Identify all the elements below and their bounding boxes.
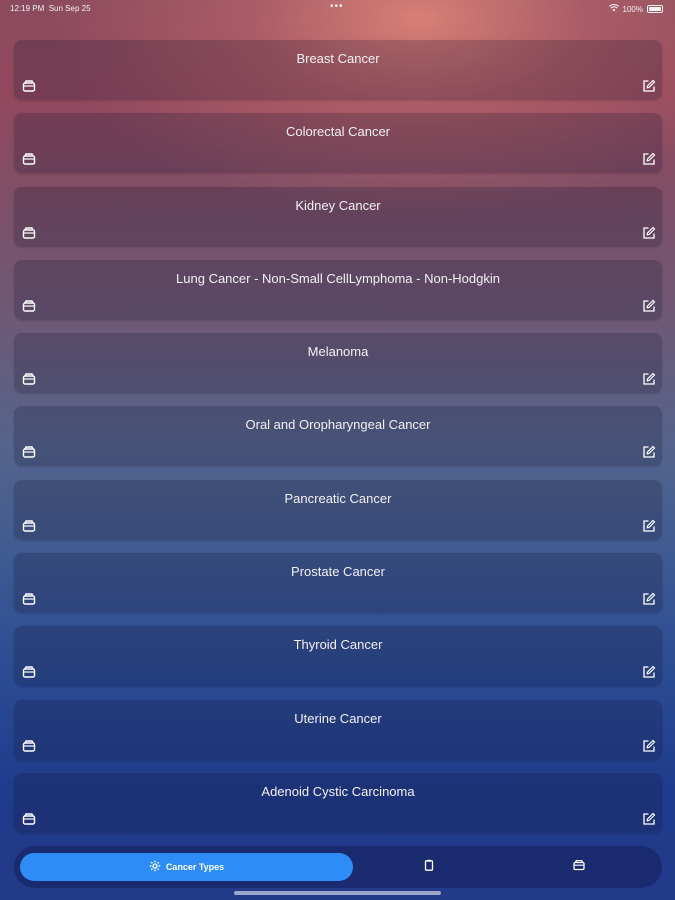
status-bar: 12:19 PM Sun Sep 25 ••• 100%: [0, 0, 675, 18]
archive-box-icon[interactable]: [21, 225, 37, 241]
gear-icon: [149, 860, 161, 874]
edit-icon[interactable]: [641, 444, 657, 460]
edit-icon[interactable]: [641, 151, 657, 167]
tab-clipboard[interactable]: [414, 853, 444, 881]
edit-icon[interactable]: [641, 591, 657, 607]
edit-icon[interactable]: [641, 518, 657, 534]
wifi-icon: [608, 4, 619, 14]
status-time-text: 12:19 PM: [10, 4, 45, 13]
archive-box-icon[interactable]: [21, 811, 37, 827]
battery-icon: [647, 5, 663, 13]
battery-percent: 100%: [622, 4, 643, 14]
archive-box-icon[interactable]: [21, 78, 37, 94]
home-indicator[interactable]: [234, 891, 441, 895]
list-item[interactable]: Uterine Cancer: [14, 699, 662, 760]
edit-icon[interactable]: [641, 738, 657, 754]
card-title: Pancreatic Cancer: [284, 490, 392, 506]
list-item[interactable]: Colorectal Cancer: [14, 113, 662, 174]
edit-icon[interactable]: [641, 225, 657, 241]
list-item[interactable]: Breast Cancer: [14, 40, 662, 100]
card-title: Uterine Cancer: [294, 710, 382, 726]
tab-cancer-types-label: Cancer Types: [165, 862, 225, 872]
archive-box-icon[interactable]: [21, 298, 37, 314]
edit-icon[interactable]: [641, 664, 657, 680]
edit-icon[interactable]: [641, 811, 657, 827]
list-item[interactable]: Lung Cancer - Non-Small CellLymphoma - N…: [14, 259, 662, 320]
cancer-type-list: Breast Cancer Colorectal Cancer Kidney C…: [14, 40, 662, 846]
edit-icon[interactable]: [641, 78, 657, 94]
card-title: Melanoma: [307, 344, 369, 360]
card-title: Kidney Cancer: [295, 197, 381, 213]
clipboard-icon: [423, 858, 435, 876]
card-title: Prostate Cancer: [291, 564, 385, 580]
card-title: Colorectal Cancer: [285, 124, 391, 140]
tab-archive[interactable]: [564, 853, 594, 881]
list-item[interactable]: Thyroid Cancer: [14, 626, 662, 687]
status-right: 100%: [608, 4, 663, 14]
archive-box-icon: [573, 858, 585, 876]
list-item[interactable]: Oral and Oropharyngeal Cancer: [14, 406, 662, 467]
archive-box-icon[interactable]: [21, 738, 37, 754]
status-date-text: Sun Sep 25: [48, 4, 91, 13]
tab-cancer-types[interactable]: Cancer Types: [20, 853, 353, 881]
archive-box-icon[interactable]: [21, 151, 37, 167]
card-title: Breast Cancer: [296, 51, 380, 66]
archive-box-icon[interactable]: [21, 444, 37, 460]
card-title: Adenoid Cystic Carcinoma: [261, 783, 415, 799]
status-time: 12:19 PM Sun Sep 25: [10, 4, 91, 13]
edit-icon[interactable]: [641, 298, 657, 314]
card-title: Oral and Oropharyngeal Cancer: [245, 417, 431, 433]
list-item[interactable]: Adenoid Cystic Carcinoma: [14, 772, 662, 833]
card-title: Lung Cancer - Non-Small CellLymphoma - N…: [176, 270, 500, 286]
list-item[interactable]: Pancreatic Cancer: [14, 479, 662, 540]
card-title: Thyroid Cancer: [293, 637, 383, 653]
list-item[interactable]: Melanoma: [14, 333, 662, 394]
edit-icon[interactable]: [641, 371, 657, 387]
archive-box-icon[interactable]: [21, 664, 37, 680]
archive-box-icon[interactable]: [21, 371, 37, 387]
archive-box-icon[interactable]: [21, 518, 37, 534]
archive-box-icon[interactable]: [21, 591, 37, 607]
multitasking-dots[interactable]: •••: [330, 1, 344, 12]
list-item[interactable]: Kidney Cancer: [14, 186, 662, 247]
tab-bar: Cancer Types: [14, 846, 662, 888]
list-item[interactable]: Prostate Cancer: [14, 553, 662, 614]
